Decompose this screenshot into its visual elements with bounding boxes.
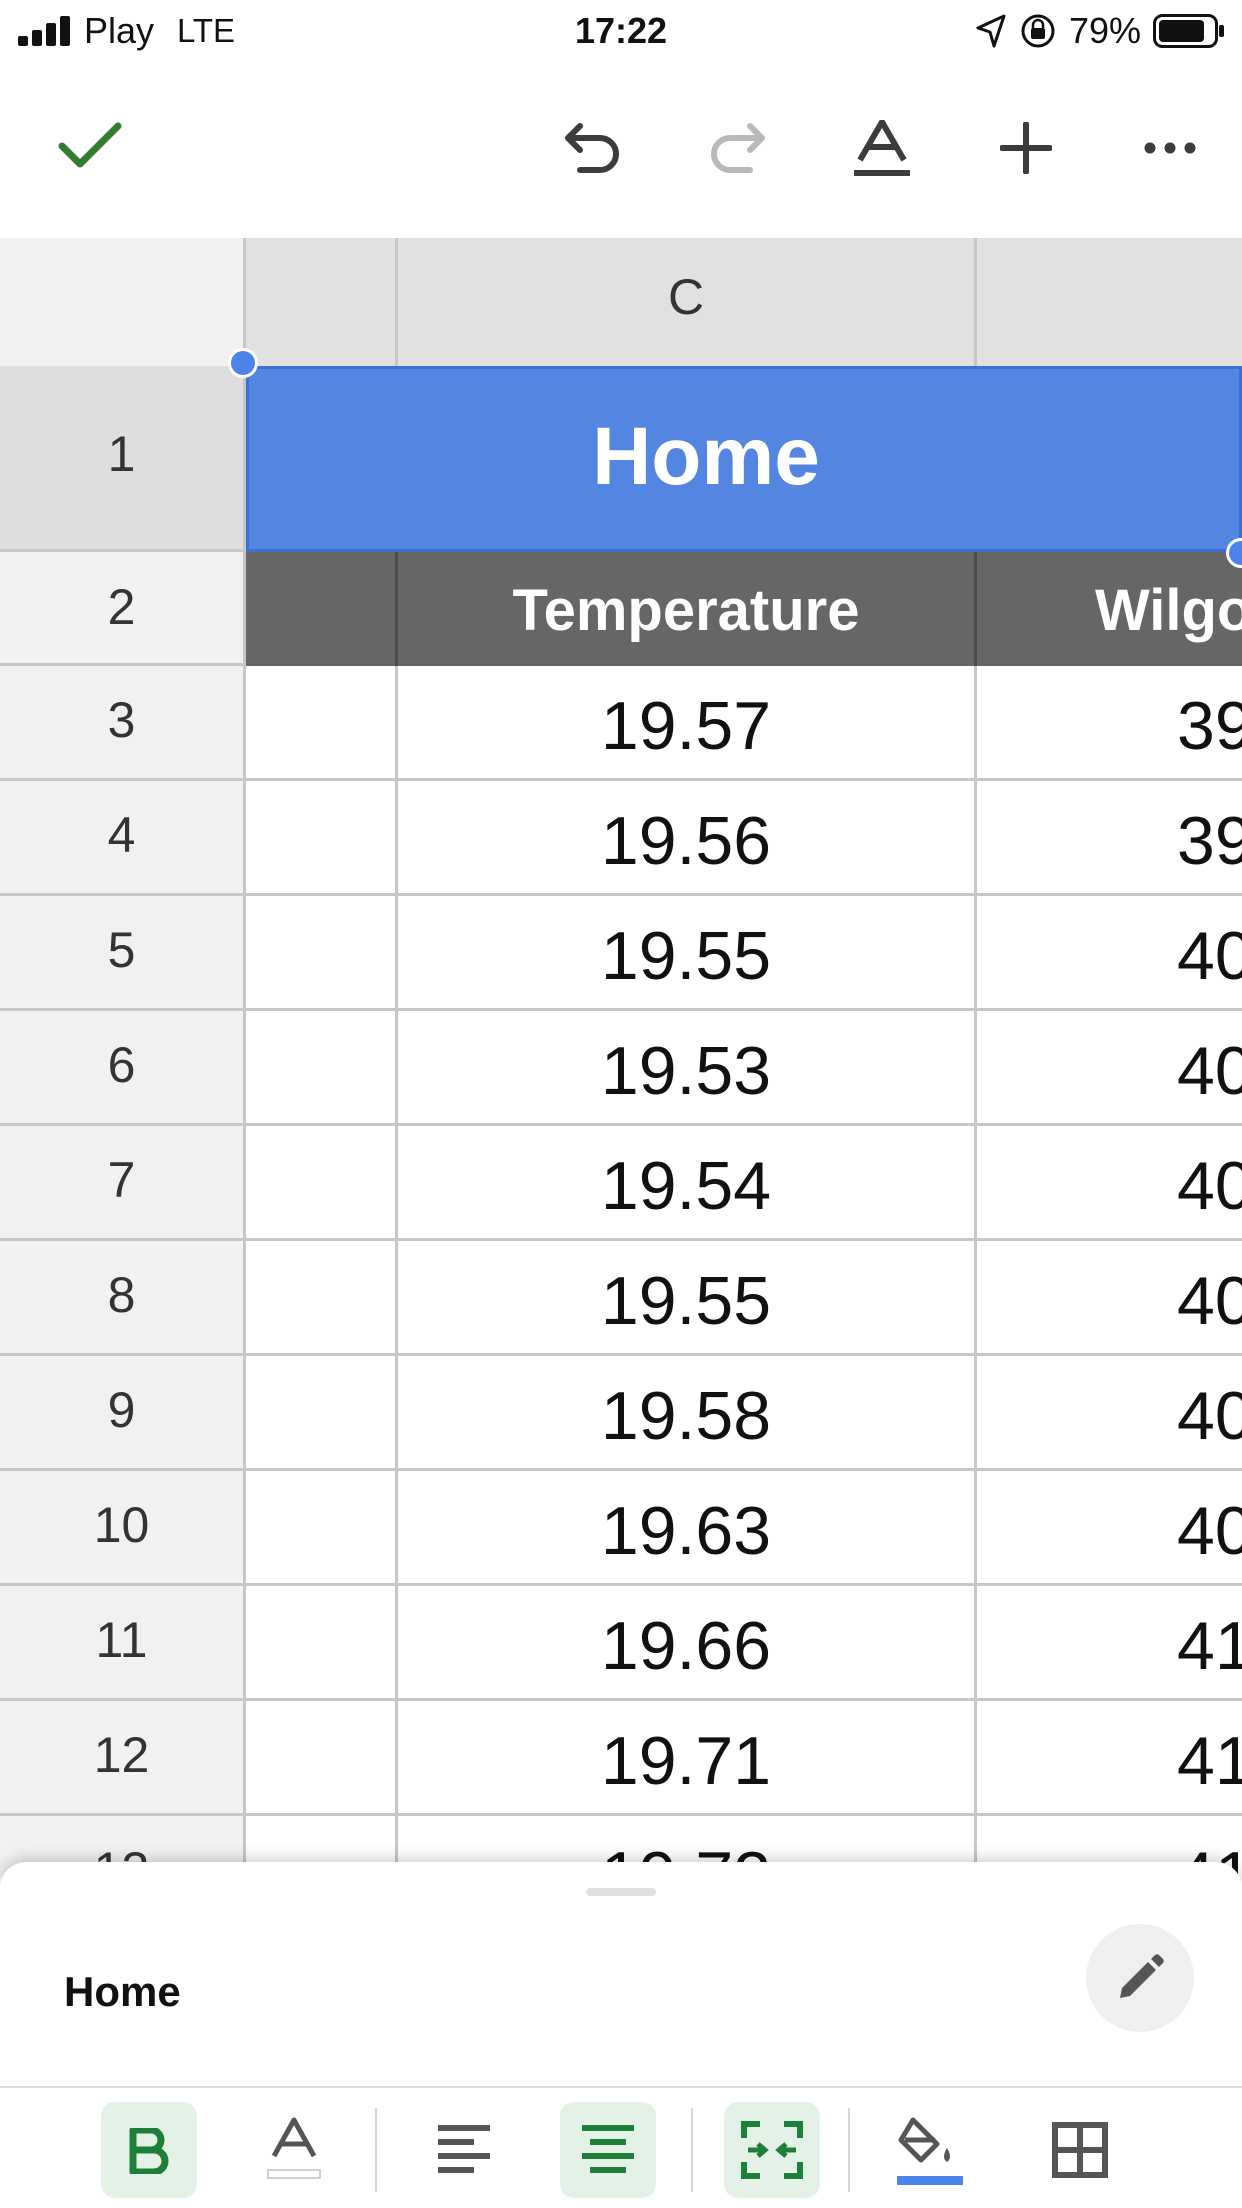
row-header[interactable]: 3	[0, 666, 246, 781]
table-cell[interactable]	[246, 1126, 398, 1241]
toolbar	[0, 64, 1242, 238]
battery-icon	[1153, 14, 1224, 48]
header-cell-b[interactable]	[246, 552, 398, 666]
cell-content-text[interactable]: Home	[64, 1968, 181, 2016]
check-icon[interactable]	[58, 120, 122, 170]
wilg-cell[interactable]: 40	[977, 1356, 1242, 1471]
table-cell[interactable]	[246, 1701, 398, 1816]
text-format-icon[interactable]	[854, 120, 910, 178]
select-all-corner[interactable]	[0, 238, 246, 366]
spreadsheet-grid[interactable]: C 1 Home 2 Temperature Wilgo 319.5739419…	[0, 238, 1242, 1878]
redo-icon[interactable]	[704, 118, 768, 174]
fill-color-icon	[897, 2117, 963, 2185]
location-icon	[976, 14, 1006, 48]
temperature-cell[interactable]: 19.63	[398, 1471, 977, 1586]
temperature-cell[interactable]: 19.71	[398, 1701, 977, 1816]
row-header[interactable]: 6	[0, 1011, 246, 1126]
wilg-cell[interactable]: 40	[977, 1126, 1242, 1241]
row-header[interactable]: 12	[0, 1701, 246, 1816]
merge-cells-button[interactable]	[724, 2102, 820, 2198]
header-cell-wilgo[interactable]: Wilgo	[977, 552, 1242, 666]
tool-separator	[691, 2108, 693, 2192]
selection-handle-start[interactable]	[228, 348, 258, 378]
align-left-icon	[438, 2125, 490, 2173]
more-icon[interactable]	[1144, 142, 1196, 154]
edit-button[interactable]	[1086, 1924, 1194, 2032]
borders-icon	[1052, 2122, 1108, 2178]
wilg-cell[interactable]: 41	[977, 1586, 1242, 1701]
align-center-icon	[582, 2125, 634, 2173]
row-header[interactable]: 11	[0, 1586, 246, 1701]
temperature-cell[interactable]: 19.58	[398, 1356, 977, 1471]
row-header[interactable]: 9	[0, 1356, 246, 1471]
table-cell[interactable]	[246, 1586, 398, 1701]
column-header-b[interactable]	[246, 238, 398, 366]
temperature-cell[interactable]: 19.56	[398, 781, 977, 896]
add-icon[interactable]	[1000, 122, 1052, 174]
tool-separator	[375, 2108, 377, 2192]
row-header[interactable]: 8	[0, 1241, 246, 1356]
table-cell[interactable]	[246, 666, 398, 781]
sheet-divider	[0, 2086, 1242, 2088]
table-cell[interactable]	[246, 781, 398, 896]
temperature-cell[interactable]: 19.55	[398, 1241, 977, 1356]
row-header[interactable]: 5	[0, 896, 246, 1011]
align-left-button[interactable]	[416, 2102, 512, 2198]
temperature-cell[interactable]: 19.55	[398, 896, 977, 1011]
temperature-cell[interactable]: 19.66	[398, 1586, 977, 1701]
align-center-button[interactable]	[560, 2102, 656, 2198]
wilg-cell[interactable]: 39	[977, 781, 1242, 896]
merged-title-cell[interactable]: Home	[246, 366, 1242, 552]
temperature-cell[interactable]: 19.53	[398, 1011, 977, 1126]
row-header-1[interactable]: 1	[0, 366, 246, 552]
wilg-cell[interactable]: 41	[977, 1701, 1242, 1816]
merge-cells-icon	[741, 2121, 803, 2179]
temperature-cell[interactable]: 19.57	[398, 666, 977, 781]
text-color-button[interactable]	[246, 2102, 342, 2198]
format-toolbar	[0, 2102, 1242, 2198]
table-cell[interactable]	[246, 896, 398, 1011]
wilg-cell[interactable]: 39	[977, 666, 1242, 781]
wilg-cell[interactable]: 40	[977, 1011, 1242, 1126]
formatting-sheet: Home	[0, 1862, 1242, 2208]
column-header-d[interactable]	[977, 238, 1242, 366]
status-bar: Play LTE 17:22 79%	[0, 0, 1242, 64]
temperature-cell[interactable]: 19.54	[398, 1126, 977, 1241]
borders-button[interactable]	[1032, 2102, 1128, 2198]
battery-percent: 79%	[1069, 10, 1142, 51]
wilg-cell[interactable]: 40	[977, 896, 1242, 1011]
rotation-lock-icon	[1021, 14, 1055, 48]
row-header[interactable]: 7	[0, 1126, 246, 1241]
table-cell[interactable]	[246, 1011, 398, 1126]
bold-button[interactable]	[101, 2102, 197, 2198]
pencil-icon	[1120, 1954, 1164, 1998]
fill-color-button[interactable]	[881, 2102, 977, 2198]
sheet-grabber[interactable]	[586, 1888, 656, 1896]
table-cell[interactable]	[246, 1471, 398, 1586]
header-cell-temperature[interactable]: Temperature	[398, 552, 977, 666]
undo-icon[interactable]	[562, 118, 626, 174]
row-header[interactable]: 4	[0, 781, 246, 896]
column-header-c[interactable]: C	[398, 238, 977, 366]
row-header[interactable]: 10	[0, 1471, 246, 1586]
bold-icon	[129, 2128, 169, 2174]
wilg-cell[interactable]: 40	[977, 1241, 1242, 1356]
table-cell[interactable]	[246, 1356, 398, 1471]
row-header-2[interactable]: 2	[0, 552, 246, 666]
text-color-icon	[267, 2117, 321, 2179]
table-cell[interactable]	[246, 1241, 398, 1356]
wilg-cell[interactable]: 40	[977, 1471, 1242, 1586]
tool-separator	[848, 2108, 850, 2192]
